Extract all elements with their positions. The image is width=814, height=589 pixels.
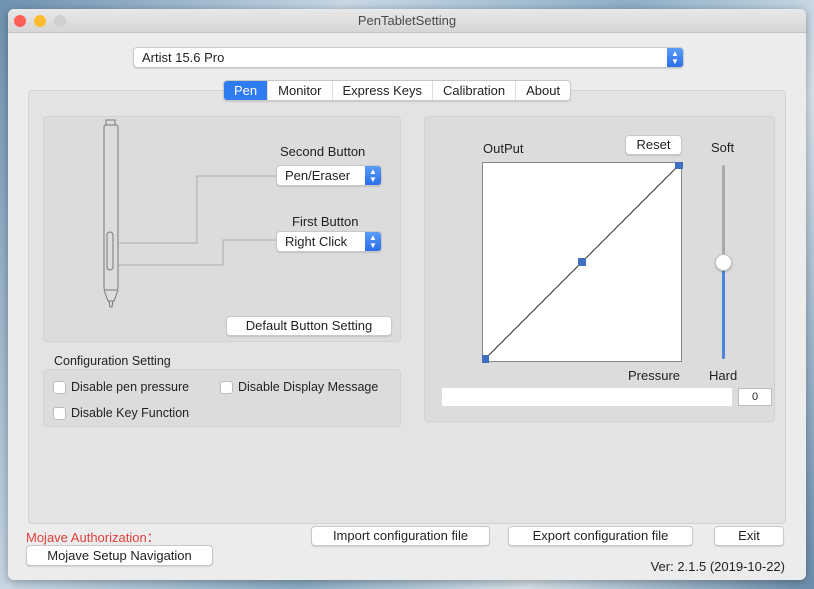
first-button-value: Right Click [285,234,348,249]
curve-control-point[interactable] [578,258,586,266]
close-button[interactable] [14,15,26,27]
pressure-level-bar [442,388,732,406]
export-config-button[interactable]: Export configuration file [508,526,693,546]
disable-display-message-checkbox[interactable]: Disable Display Message [220,380,378,394]
version-label: Ver: 2.1.5 (2019-10-22) [650,559,785,574]
pressure-slider-track[interactable] [715,165,732,359]
pressure-slider-thumb[interactable] [715,254,732,271]
curve-control-point[interactable] [482,355,489,363]
output-label: OutPut [483,141,524,156]
tab-calibration[interactable]: Calibration [433,81,517,100]
mojave-authorization-label: Mojave Authorization： [26,530,160,545]
tab-pen[interactable]: Pen [224,81,269,100]
pressure-label: Pressure [628,368,681,383]
first-button-label: First Button [292,214,359,229]
reset-button[interactable]: Reset [625,135,682,155]
hard-label: Hard [709,368,738,383]
pressure-value: 0 [738,388,772,406]
device-select-value: Artist 15.6 Pro [142,50,225,65]
mojave-setup-navigation-button[interactable]: Mojave Setup Navigation [26,545,213,566]
first-button-select[interactable]: Right Click ▲ ▼ [276,231,382,252]
app-window: PenTabletSetting Artist 15.6 Pro ▲ ▼ Pen … [8,9,806,580]
pressure-panel: OutPut Reset Soft Pressure Hard 0 [424,116,775,422]
pressure-slider-fill [722,262,725,359]
second-button-label: Second Button [280,144,366,159]
checkbox-label: Disable pen pressure [71,380,190,394]
checkbox-label: Disable Display Message [238,380,379,394]
select-stepper-icon: ▲ ▼ [365,166,381,185]
disable-pen-pressure-checkbox[interactable]: Disable pen pressure [53,380,189,394]
exit-button[interactable]: Exit [714,526,784,546]
pen-button-panel: Second Button Pen/Eraser ▲ ▼ First Button… [43,116,401,342]
tab-about[interactable]: About [516,81,570,100]
default-button-setting-button[interactable]: Default Button Setting [226,316,392,336]
select-stepper-icon: ▲ ▼ [667,48,683,67]
minimize-button[interactable] [34,15,46,27]
select-stepper-icon: ▲ ▼ [365,232,381,251]
config-title: Configuration Setting [54,354,171,368]
config-panel: Disable pen pressure Disable Display Mes… [43,369,401,427]
title-bar: PenTabletSetting [8,9,806,33]
curve-control-point[interactable] [675,162,683,169]
pressure-curve[interactable] [482,162,683,363]
window-title: PenTabletSetting [357,13,457,28]
tab-bar: Pen Monitor Express Keys Calibration Abo… [223,80,572,101]
second-button-select[interactable]: Pen/Eraser ▲ ▼ [276,165,382,186]
soft-label: Soft [711,140,735,155]
second-button-value: Pen/Eraser [285,168,351,183]
tab-express-keys[interactable]: Express Keys [333,81,433,100]
device-select[interactable]: Artist 15.6 Pro ▲ ▼ [133,47,684,68]
import-config-button[interactable]: Import configuration file [311,526,490,546]
checkbox-label: Disable Key Function [71,406,190,420]
zoom-button[interactable] [54,15,66,27]
disable-key-function-checkbox[interactable]: Disable Key Function [53,406,189,420]
tab-monitor[interactable]: Monitor [268,81,333,100]
